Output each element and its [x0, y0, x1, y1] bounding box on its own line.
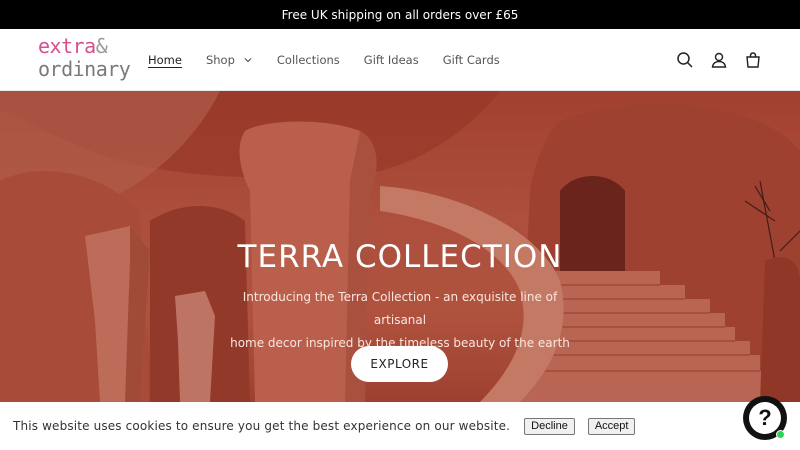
announcement-text: Free UK shipping on all orders over £65: [281, 7, 519, 22]
nav-shop-label: Shop: [205, 53, 235, 67]
accept-button[interactable]: Accept: [587, 417, 636, 435]
hero-subtitle-line1: Introducing the Terra Collection - an ex…: [242, 290, 558, 327]
account-icon[interactable]: [708, 49, 730, 71]
hero-banner: TERRA COLLECTION Introducing the Terra C…: [0, 91, 800, 402]
hero-subtitle: Introducing the Terra Collection - an ex…: [220, 286, 580, 355]
site-header: extra& ordinary Home Shop Collections Gi…: [0, 29, 800, 91]
logo-amp: &: [95, 34, 108, 58]
explore-button[interactable]: EXPLORE: [351, 346, 448, 382]
announcement-bar: Free UK shipping on all orders over £65: [0, 0, 800, 29]
logo-line1: extra: [38, 34, 96, 58]
cookie-message: This website uses cookies to ensure you …: [13, 419, 511, 433]
nav-shop[interactable]: Shop: [206, 53, 253, 67]
hero-title: TERRA COLLECTION: [237, 239, 563, 275]
cart-icon[interactable]: [742, 49, 764, 71]
chevron-down-icon: [244, 58, 252, 63]
online-status-dot: [776, 430, 785, 439]
decline-button[interactable]: Decline: [524, 417, 575, 435]
nav-home[interactable]: Home: [148, 53, 182, 67]
nav-gift-cards[interactable]: Gift Cards: [443, 53, 500, 67]
help-chat-button[interactable]: ?: [743, 396, 787, 440]
logo-line2: ordinary: [38, 57, 131, 81]
main-nav: Home Shop Collections Gift Ideas Gift Ca…: [148, 29, 524, 91]
search-icon[interactable]: [674, 49, 696, 71]
cookie-banner: This website uses cookies to ensure you …: [0, 402, 800, 450]
nav-collections[interactable]: Collections: [277, 53, 340, 67]
header-icons: [662, 29, 764, 91]
logo[interactable]: extra& ordinary: [38, 34, 131, 81]
nav-gift-ideas[interactable]: Gift Ideas: [364, 53, 419, 67]
question-icon: ?: [749, 402, 781, 434]
